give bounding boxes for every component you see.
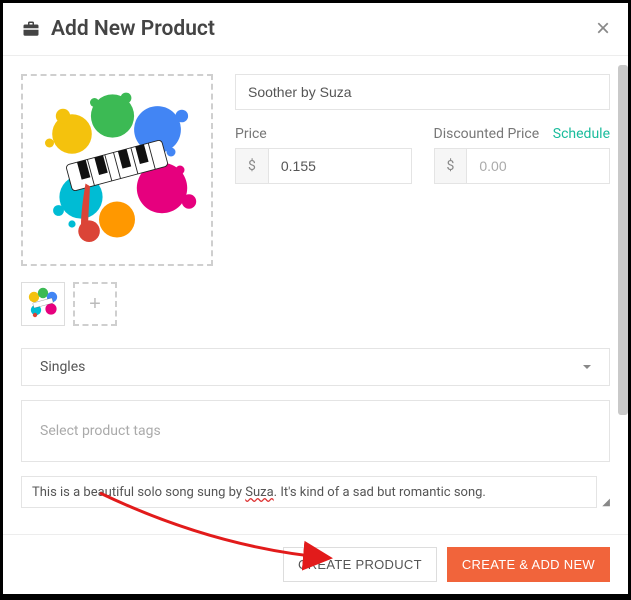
discount-price-input[interactable]	[466, 148, 610, 184]
modal: Add New Product ×	[3, 3, 628, 594]
resize-handle-icon[interactable]	[600, 498, 610, 508]
modal-body: + Price $	[3, 56, 628, 534]
currency-addon: $	[235, 148, 268, 184]
add-thumbnail-button[interactable]: +	[73, 282, 117, 326]
price-input[interactable]	[268, 148, 412, 184]
product-image-preview	[27, 80, 207, 260]
category-selected: Singles	[40, 359, 85, 375]
modal-footer: CREATE PRODUCT CREATE & ADD NEW	[3, 534, 628, 594]
currency-addon: $	[434, 148, 467, 184]
thumbnail-image	[23, 284, 63, 324]
discount-price-label: Discounted Price	[434, 126, 540, 142]
modal-title: Add New Product	[51, 17, 215, 41]
create-and-add-new-button[interactable]: CREATE & ADD NEW	[447, 547, 610, 582]
thumbnail[interactable]	[21, 282, 65, 326]
create-product-button[interactable]: CREATE PRODUCT	[283, 547, 437, 582]
thumbnail-row: +	[21, 282, 213, 326]
price-label: Price	[235, 126, 267, 142]
category-select[interactable]: Singles	[21, 348, 610, 386]
schedule-link[interactable]: Schedule	[553, 126, 610, 142]
chevron-down-icon	[583, 365, 591, 369]
product-image-uploader[interactable]	[21, 74, 213, 266]
description-input[interactable]: This is a beautiful solo song sung by Su…	[21, 476, 597, 508]
modal-header: Add New Product ×	[3, 3, 628, 56]
price-input-group: $	[235, 148, 412, 184]
briefcase-icon	[21, 20, 41, 38]
discount-input-group: $	[434, 148, 611, 184]
tags-input[interactable]: Select product tags	[21, 400, 610, 462]
close-button[interactable]: ×	[596, 17, 610, 41]
modal-title-wrap: Add New Product	[21, 17, 215, 41]
product-name-input[interactable]	[235, 74, 610, 110]
